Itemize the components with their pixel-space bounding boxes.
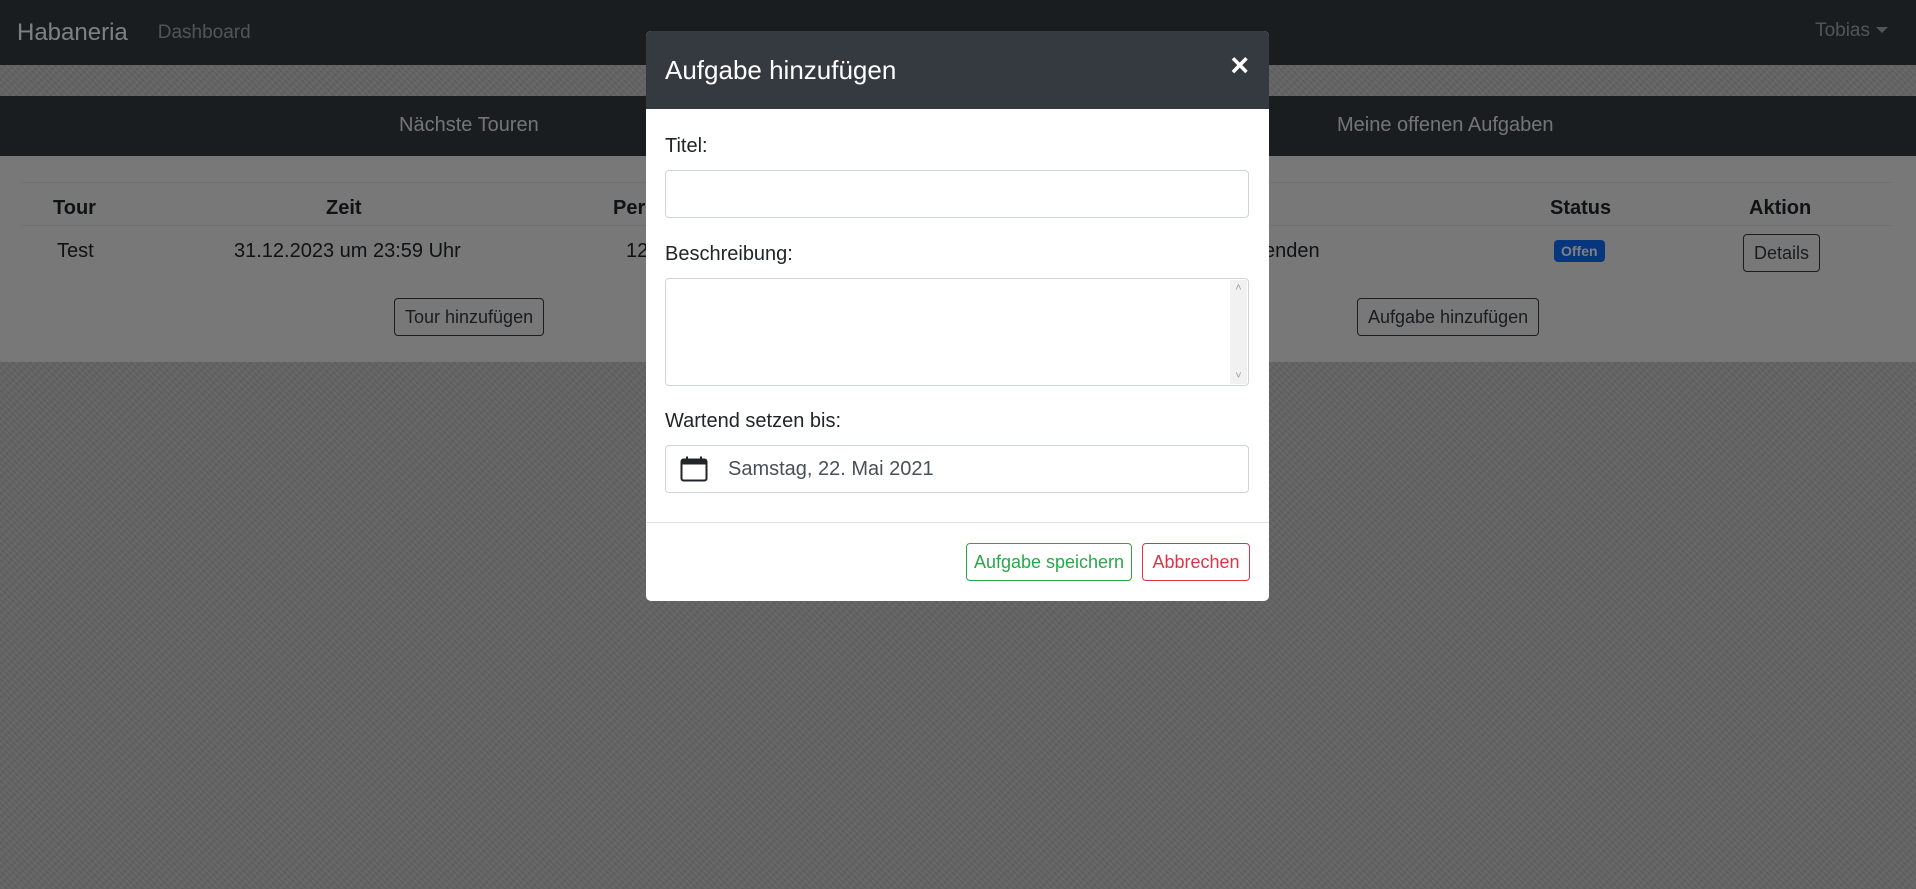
- waiting-until-label: Wartend setzen bis:: [665, 410, 842, 432]
- waiting-date-value: Samstag, 22. Mai 2021: [728, 457, 934, 480]
- add-task-modal: Aufgabe hinzufügen × Titel: Beschreibung…: [646, 31, 1269, 601]
- scroll-down-icon[interactable]: ˅: [1230, 370, 1247, 382]
- description-label: Beschreibung:: [665, 243, 793, 265]
- scroll-up-icon[interactable]: ˄: [1230, 282, 1247, 294]
- modal-header: Aufgabe hinzufügen ×: [646, 31, 1269, 109]
- title-input[interactable]: [665, 170, 1249, 218]
- textarea-scrollbar[interactable]: ˄ ˅: [1230, 280, 1247, 384]
- waiting-date-picker[interactable]: Samstag, 22. Mai 2021: [665, 445, 1249, 493]
- cancel-button[interactable]: Abbrechen: [1142, 543, 1250, 581]
- modal-title: Aufgabe hinzufügen: [665, 55, 897, 85]
- save-task-button[interactable]: Aufgabe speichern: [966, 543, 1132, 581]
- description-textarea[interactable]: ˄ ˅: [665, 278, 1249, 386]
- modal-footer-divider: [646, 522, 1269, 523]
- close-icon[interactable]: ×: [1230, 49, 1249, 81]
- calendar-icon: [680, 456, 708, 482]
- title-label: Titel:: [665, 135, 708, 157]
